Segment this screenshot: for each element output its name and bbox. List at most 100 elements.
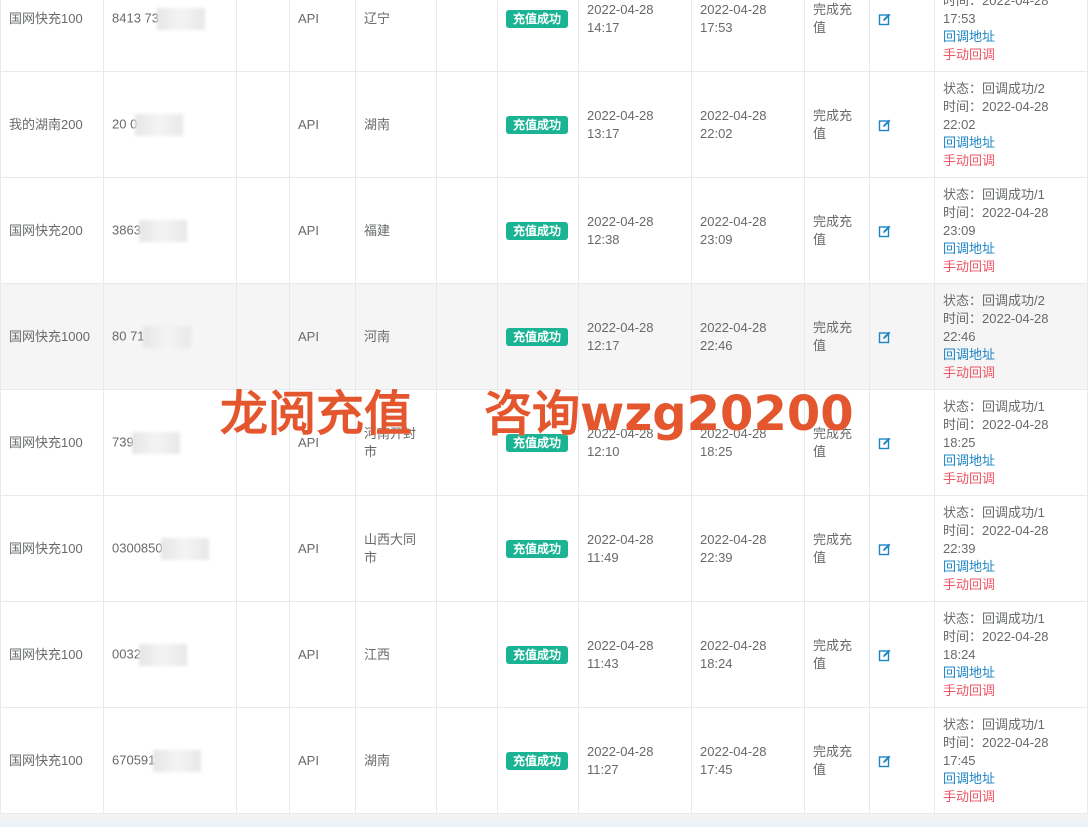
empty-cell	[236, 283, 290, 390]
finished-date: 2022-04-28	[700, 743, 767, 759]
created-time-cell: 2022-04-28 12:17	[578, 283, 692, 390]
created-time-cell: 2022-04-28 12:10	[578, 389, 692, 496]
callback-cell: 状态：回调成功/2 时间：2022-04-28 22:02 回调地址 手动回调	[934, 71, 1088, 178]
callback-time-clock: 17:53	[943, 10, 976, 26]
result-text-1: 完成充	[813, 107, 853, 123]
created-time-cell: 2022-04-28 12:38	[578, 177, 692, 284]
status-badge: 充值成功	[506, 751, 569, 770]
product-name: 我的湖南200	[9, 116, 83, 132]
region: 湖南	[364, 116, 391, 132]
callback-time-clock: 17:45	[943, 752, 976, 768]
edit-icon[interactable]	[878, 118, 892, 132]
result-cell: 完成充值	[804, 389, 870, 496]
edit-icon[interactable]	[878, 330, 892, 344]
redaction-mask	[142, 325, 191, 348]
redaction-mask	[138, 219, 187, 242]
callback-url-link[interactable]: 回调地址	[943, 135, 995, 150]
callback-url-link[interactable]: 回调地址	[943, 453, 995, 468]
callback-url-link[interactable]: 回调地址	[943, 241, 995, 256]
callback-url-link[interactable]: 回调地址	[943, 559, 995, 574]
channel-cell: API	[289, 0, 356, 72]
created-time: 12:38	[587, 231, 620, 247]
edit-icon[interactable]	[878, 648, 892, 662]
callback-cell: 状态：回调成功/1 时间：2022-04-28 23:09 回调地址 手动回调	[934, 177, 1088, 284]
callback-cell: 状态：回调成功/1 时间：2022-04-28 18:25 回调地址 手动回调	[934, 389, 1088, 496]
result-text-2: 值	[813, 19, 827, 35]
empty-cell	[436, 71, 498, 178]
account-number: 670591	[112, 751, 156, 767]
created-time-cell: 2022-04-28 11:49	[578, 495, 692, 602]
account-number: 739	[112, 433, 134, 449]
callback-status: 状态：回调成功/1	[943, 610, 1045, 626]
channel-cell: API	[289, 707, 356, 814]
edit-cell	[869, 707, 935, 814]
result-text-2: 值	[813, 655, 827, 671]
orders-table-wrapper: 国网快充100 8413 73 API 辽宁 充值成功 2022-04-28 14:17 20…	[0, 0, 1088, 814]
region: 山西大同市	[364, 531, 417, 565]
account-number: 0032	[112, 645, 141, 661]
callback-url-link[interactable]: 回调地址	[943, 771, 995, 786]
finished-time-cell: 2022-04-28 23:09	[691, 177, 805, 284]
result-text-2: 值	[813, 231, 827, 247]
finished-time-cell: 2022-04-28 18:24	[691, 601, 805, 708]
region-cell: 江西	[355, 601, 437, 708]
finished-time: 22:46	[700, 337, 733, 353]
edit-icon[interactable]	[878, 224, 892, 238]
status-badge: 充值成功	[506, 221, 569, 240]
finished-time: 18:24	[700, 655, 733, 671]
status-cell: 充值成功	[497, 495, 579, 602]
callback-url-link[interactable]: 回调地址	[943, 347, 995, 362]
result-text-1: 完成充	[813, 637, 853, 653]
callback-time-date: 时间：2022-04-28	[943, 416, 1049, 432]
product-cell: 国网快充100	[0, 0, 104, 72]
empty-cell	[436, 177, 498, 284]
callback-status: 状态：回调成功/2	[943, 80, 1045, 96]
created-time: 11:49	[587, 549, 619, 565]
callback-url-link[interactable]: 回调地址	[943, 29, 995, 44]
edit-icon[interactable]	[878, 542, 892, 556]
region: 江西	[364, 646, 391, 662]
empty-cell	[236, 0, 290, 72]
result-text-2: 值	[813, 549, 827, 565]
region: 河南	[364, 328, 391, 344]
manual-callback-link[interactable]: 手动回调	[943, 153, 995, 168]
manual-callback-link[interactable]: 手动回调	[943, 47, 995, 62]
account-cell: 3863	[103, 177, 237, 284]
redaction-mask	[157, 7, 205, 30]
region-cell: 河南	[355, 283, 437, 390]
created-date: 2022-04-28	[587, 213, 654, 229]
product-name: 国网快充1000	[9, 328, 90, 344]
product-cell: 国网快充100	[0, 601, 104, 708]
redaction-mask	[160, 537, 209, 560]
empty-cell	[236, 177, 290, 284]
manual-callback-link[interactable]: 手动回调	[943, 789, 995, 804]
product-name: 国网快充100	[9, 752, 83, 768]
callback-status: 状态：回调成功/1	[943, 398, 1045, 414]
manual-callback-link[interactable]: 手动回调	[943, 259, 995, 274]
edit-cell	[869, 283, 935, 390]
account-number: 8413 73	[112, 9, 159, 25]
callback-time-clock: 18:24	[943, 646, 976, 662]
channel: API	[298, 10, 319, 26]
manual-callback-link[interactable]: 手动回调	[943, 683, 995, 698]
channel: API	[298, 116, 319, 132]
edit-icon[interactable]	[878, 436, 892, 450]
redaction-mask	[138, 643, 187, 666]
callback-time-clock: 23:09	[943, 222, 976, 238]
edit-icon[interactable]	[878, 754, 892, 768]
manual-callback-link[interactable]: 手动回调	[943, 577, 995, 592]
finished-date: 2022-04-28	[700, 637, 767, 653]
region-cell: 湖南	[355, 707, 437, 814]
manual-callback-link[interactable]: 手动回调	[943, 471, 995, 486]
callback-cell: 状态：回调成功/1 时间：2022-04-28 18:24 回调地址 手动回调	[934, 601, 1088, 708]
callback-url-link[interactable]: 回调地址	[943, 665, 995, 680]
edit-icon[interactable]	[878, 12, 892, 26]
table-row: 国网快充100 739 API 河南开封市 充值成功 2022-04-28 12:10 202…	[0, 389, 1088, 496]
account-cell: 8413 73	[103, 0, 237, 72]
callback-time-date: 时间：2022-04-28	[943, 98, 1049, 114]
result-text-2: 值	[813, 125, 827, 141]
channel: API	[298, 328, 319, 344]
table-row: 国网快充1000 80 71 API 河南 充值成功 2022-04-28 12:17 202…	[0, 283, 1088, 390]
redaction-mask	[153, 749, 202, 772]
manual-callback-link[interactable]: 手动回调	[943, 365, 995, 380]
